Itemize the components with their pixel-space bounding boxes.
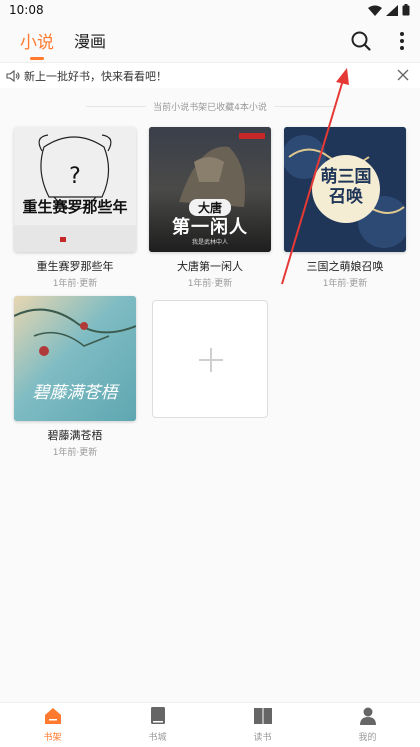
add-book-button[interactable] xyxy=(152,300,268,418)
nav-label: 书城 xyxy=(148,733,167,743)
status-bar: 10:08 xyxy=(0,0,420,22)
cover-title: 萌三国召唤 xyxy=(320,167,372,207)
book-update-time: 1年前·更新 xyxy=(322,279,368,289)
book-title: 大唐第一闲人 xyxy=(177,260,243,273)
svg-text:?: ? xyxy=(69,164,81,189)
wifi-icon xyxy=(368,5,382,16)
bottom-nav: 书架 书城 读书 我的 xyxy=(0,702,420,747)
more-menu-icon[interactable] xyxy=(391,30,413,52)
status-icons xyxy=(368,4,410,16)
close-icon[interactable] xyxy=(396,68,410,82)
book-icon xyxy=(151,707,165,724)
book-item[interactable]: 大唐 第一闲人 我是武林中人 大唐第一闲人 1年前·更新 xyxy=(149,127,271,289)
notice-bar[interactable]: 新上一批好书，快来看看吧！ xyxy=(0,62,420,88)
nav-label: 我的 xyxy=(358,733,377,743)
book-update-time: 1年前·更新 xyxy=(52,279,98,289)
tab-comic[interactable]: 漫画 xyxy=(74,28,106,52)
battery-icon xyxy=(402,4,410,16)
open-book-icon xyxy=(254,708,272,724)
nav-bookshelf[interactable]: 书架 xyxy=(0,703,105,747)
book-title: 三国之萌娘召唤 xyxy=(306,260,384,273)
cover-title: 碧藤满苍梧 xyxy=(32,383,118,403)
nav-label: 书架 xyxy=(43,733,62,743)
book-title: 重生赛罗那些年 xyxy=(36,260,114,273)
nav-profile[interactable]: 我的 xyxy=(315,703,420,747)
book-update-time: 1年前·更新 xyxy=(187,279,233,289)
cover-title: 重生赛罗那些年 xyxy=(22,198,128,216)
cover-subtitle: 我是武林中人 xyxy=(191,239,228,246)
signal-icon xyxy=(386,4,398,16)
speaker-icon xyxy=(6,69,20,83)
cover-illustration: ? xyxy=(14,127,136,252)
book-cover: 萌三国召唤 xyxy=(284,127,406,252)
person-icon xyxy=(360,707,376,725)
shelf-count: 当前小说书架已收藏4本小说 xyxy=(153,103,267,113)
active-tab-indicator xyxy=(30,57,44,60)
book-update-time: 1年前·更新 xyxy=(52,448,98,458)
book-item[interactable]: 碧藤满苍梧 碧藤满苍梧 1年前·更新 xyxy=(14,296,136,458)
tab-novel[interactable]: 小说 xyxy=(20,28,54,53)
search-icon[interactable] xyxy=(350,30,372,52)
book-cover: 大唐 第一闲人 我是武林中人 xyxy=(149,127,271,252)
home-icon xyxy=(45,708,61,724)
plus-icon xyxy=(199,348,223,372)
book-item[interactable]: ? 重生赛罗那些年 重生赛罗那些年 1年前·更新 xyxy=(14,127,136,289)
book-title: 碧藤满苍梧 xyxy=(47,429,103,442)
notice-text: 新上一批好书，快来看看吧！ xyxy=(24,70,167,83)
book-cover: ? 重生赛罗那些年 xyxy=(14,127,136,252)
divider-right xyxy=(274,106,334,107)
nav-label: 读书 xyxy=(253,733,272,743)
book-cover: 碧藤满苍梧 xyxy=(14,296,136,421)
book-item[interactable]: 萌三国召唤 三国之萌娘召唤 1年前·更新 xyxy=(284,127,406,289)
cover-title-main: 第一闲人 xyxy=(172,217,248,238)
status-time: 10:08 xyxy=(9,3,44,17)
nav-bookstore[interactable]: 书城 xyxy=(105,703,210,747)
top-tab-bar: 小说 漫画 xyxy=(0,22,420,62)
nav-reading[interactable]: 读书 xyxy=(210,703,315,747)
